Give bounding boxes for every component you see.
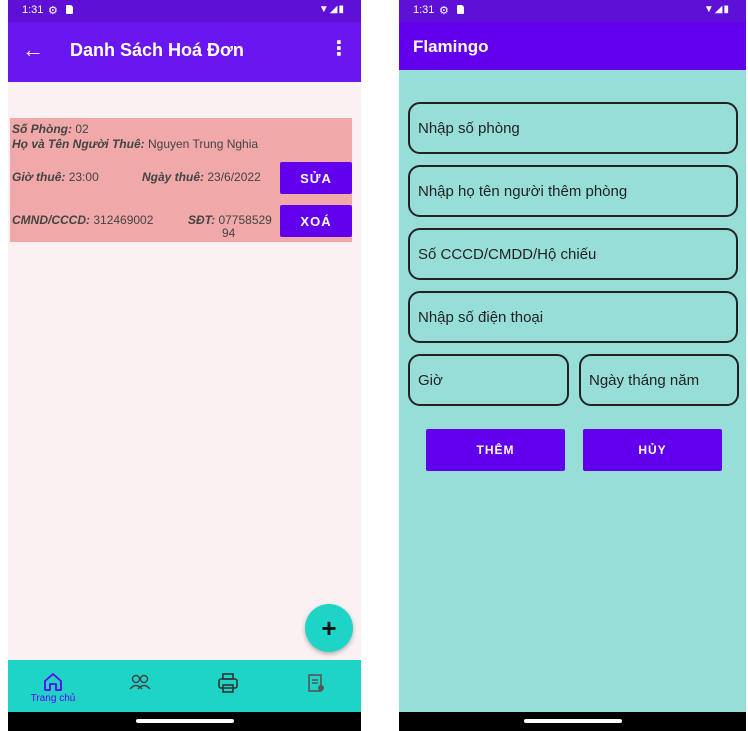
rent-date-value: 23/6/2022 <box>207 170 261 184</box>
app-bar: Flamingo <box>399 22 746 70</box>
id-value: 312469002 <box>93 213 154 227</box>
id-number-input[interactable] <box>408 228 738 280</box>
app-title: Flamingo <box>413 37 489 56</box>
status-bar: 1:31 ⚙ ▼◢▮ <box>399 0 746 22</box>
add-fab-button[interactable]: + <box>305 604 353 652</box>
status-bar: 1:31 ⚙ ▼◢▮ <box>8 0 361 22</box>
nav-item-home[interactable]: Trang chủ <box>18 660 88 712</box>
rent-date-line: Ngày thuê: 23/6/2022 <box>142 170 261 184</box>
page-title: Danh Sách Hoá Đơn <box>70 40 244 60</box>
tenant-line: Họ và Tên Người Thuê: Nguyen Trung Nghia <box>12 137 258 151</box>
signal-battery-icon: ▼◢▮ <box>318 4 345 15</box>
sd-card-icon <box>457 5 464 14</box>
id-label: CMND/CCCD: <box>12 213 90 227</box>
invoice-list-screen: 1:31 ⚙ ▼◢▮ ← Danh Sách Hoá Đơn ⋮ Số Phòn… <box>8 0 361 731</box>
add-room-screen: 1:31 ⚙ ▼◢▮ Flamingo THÊM HỦY <box>399 0 746 731</box>
people-icon <box>129 674 151 690</box>
printer-icon <box>218 673 238 693</box>
clipboard-report-icon <box>308 674 324 692</box>
room-number-input[interactable] <box>408 102 738 154</box>
app-bar: ← Danh Sách Hoá Đơn ⋮ <box>8 22 361 82</box>
system-nav-bar <box>399 712 746 731</box>
status-time: 1:31 <box>22 4 44 16</box>
phone-label: SĐT: <box>188 213 216 227</box>
invoice-card: Số Phòng: 02 Họ và Tên Người Thuê: Nguye… <box>10 118 352 242</box>
sd-card-icon <box>66 5 73 14</box>
settings-status-icon: ⚙ <box>439 5 449 17</box>
settings-status-icon: ⚙ <box>48 5 58 17</box>
gesture-handle[interactable] <box>135 719 234 723</box>
rent-time-line: Giờ thuê: 23:00 <box>12 170 99 184</box>
id-line: CMND/CCCD: 312469002 <box>12 213 153 227</box>
tenant-name-input[interactable] <box>408 165 738 217</box>
bottom-navigation: Trang chủ <box>8 660 361 712</box>
nav-item-print[interactable] <box>193 660 263 712</box>
phone-line: SĐT: 07758529 <box>188 213 272 227</box>
gesture-handle[interactable] <box>523 719 622 723</box>
nav-item-report[interactable] <box>281 660 351 712</box>
room-label: Số Phòng: <box>12 122 72 136</box>
back-arrow-icon[interactable]: ← <box>22 38 44 62</box>
tenant-name-label: Họ và Tên Người Thuê: <box>12 137 145 151</box>
more-vert-icon[interactable]: ⋮ <box>329 36 349 61</box>
nav-home-label: Trang chủ <box>30 693 76 704</box>
status-time: 1:31 <box>413 4 435 16</box>
room-line: Số Phòng: 02 <box>12 122 89 136</box>
nav-item-people[interactable] <box>105 660 175 712</box>
phone-value-wrap: 94 <box>222 226 236 240</box>
phone-value: 07758529 <box>218 213 272 227</box>
delete-button[interactable]: XOÁ <box>280 205 352 237</box>
system-nav-bar <box>8 712 361 731</box>
tenant-name-value: Nguyen Trung Nghia <box>147 137 259 151</box>
room-value: 02 <box>75 122 89 136</box>
phone-input[interactable] <box>408 291 738 343</box>
add-button[interactable]: THÊM <box>426 429 565 471</box>
hour-input[interactable] <box>408 354 569 406</box>
signal-battery-icon: ▼◢▮ <box>703 4 730 15</box>
rent-time-label: Giờ thuê: <box>12 170 66 184</box>
rent-time-value: 23:00 <box>68 170 99 184</box>
date-input[interactable] <box>579 354 739 406</box>
home-icon <box>44 673 62 691</box>
cancel-button[interactable]: HỦY <box>583 429 722 471</box>
edit-button[interactable]: SỬA <box>280 162 352 194</box>
rent-date-label: Ngày thuê: <box>142 170 205 184</box>
